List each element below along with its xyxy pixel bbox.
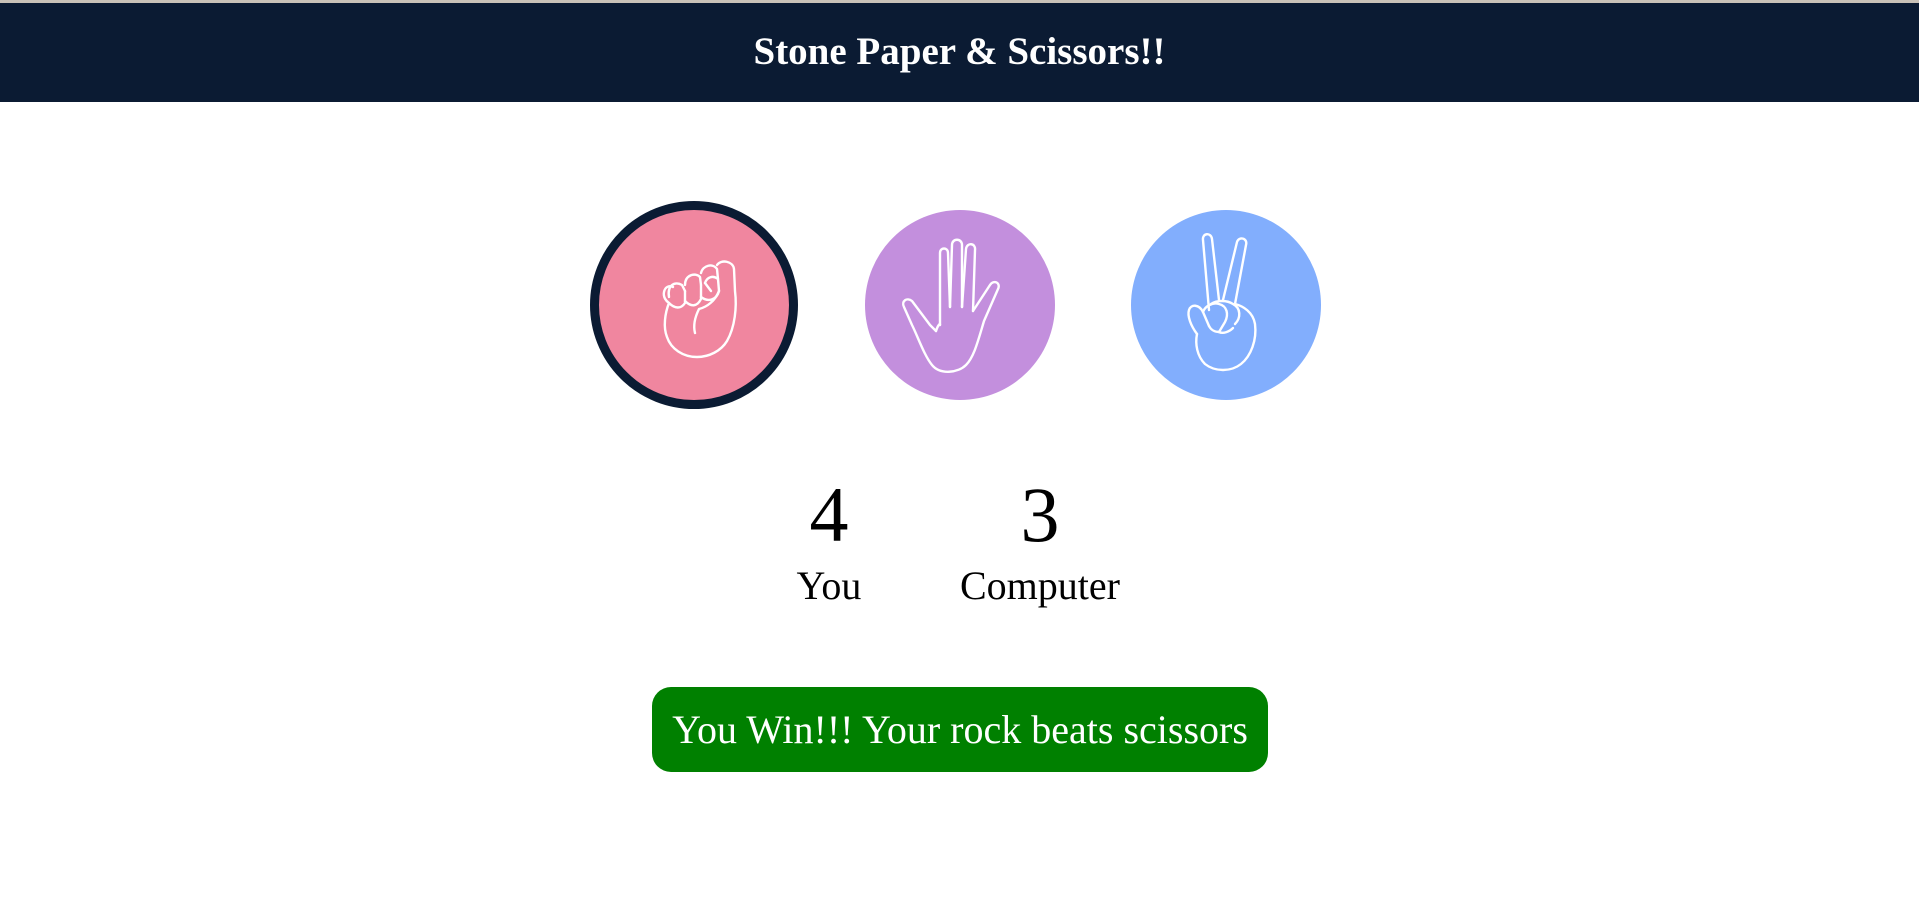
- user-score-value: 4: [809, 471, 849, 558]
- computer-score-block: 3 Computer: [940, 476, 1140, 608]
- paper-choice-button[interactable]: [865, 210, 1055, 400]
- scissors-choice-button[interactable]: [1131, 210, 1321, 400]
- open-hand-icon: [902, 238, 1000, 373]
- computer-score-value: 3: [1020, 471, 1060, 558]
- user-score-block: 4 You: [779, 476, 879, 608]
- header-bar: Stone Paper & Scissors!!: [0, 3, 1919, 102]
- result-message: You Win!!! Your rock beats scissors: [652, 687, 1268, 772]
- fist-icon: [662, 260, 737, 359]
- peace-hand-icon: [1187, 233, 1257, 372]
- computer-score-label: Computer: [960, 563, 1120, 608]
- user-score-label: You: [796, 563, 862, 608]
- rock-choice-button[interactable]: [590, 201, 798, 409]
- page-title: Stone Paper & Scissors!!: [753, 30, 1166, 73]
